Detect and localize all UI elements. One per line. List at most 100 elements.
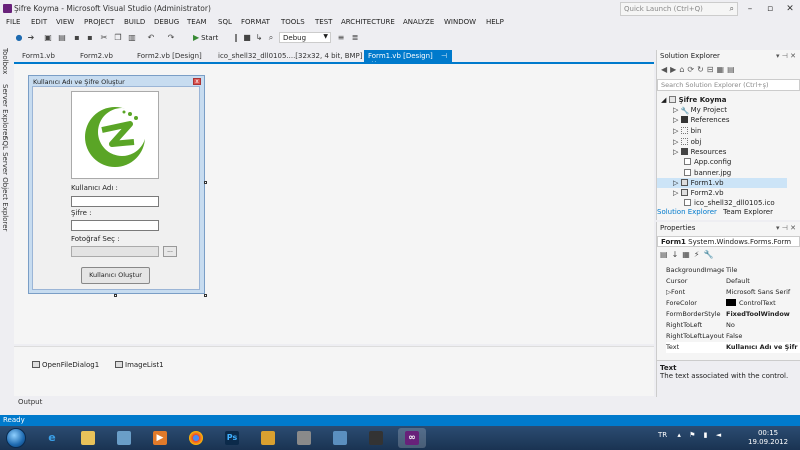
menu-format[interactable]: FORMAT <box>241 18 270 26</box>
step-icon[interactable]: ↳ <box>254 33 264 43</box>
property-row[interactable]: Cursor Default <box>666 276 800 287</box>
tab-form2-vb[interactable]: Form2.vb <box>76 50 117 62</box>
property-value[interactable]: No <box>726 321 800 329</box>
sync-icon[interactable]: ⟳ <box>687 65 697 74</box>
tab-sql-server-object-explorer[interactable]: SQL Server Object Explorer <box>1 136 9 231</box>
tab-toolbox[interactable]: Toolbox <box>1 48 9 74</box>
taskbar-utility[interactable] <box>362 428 390 448</box>
property-value[interactable]: Microsoft Sans Serif <box>726 288 800 296</box>
property-row-selected[interactable]: Text Kullanıcı Adı ve Şifr <box>666 342 800 353</box>
open-icon[interactable]: ▤ <box>57 33 67 43</box>
taskbar-explorer[interactable] <box>74 428 102 448</box>
collapse-icon[interactable]: ⊟ <box>707 65 717 74</box>
tree-item-form2-vb[interactable]: ▷ Form2.vb <box>673 189 724 197</box>
categorized-icon[interactable]: ▤ <box>660 250 672 259</box>
dropdown-icon[interactable]: ▾ <box>776 52 780 60</box>
property-row[interactable]: RightToLeftLayout False <box>666 331 800 342</box>
tab-server-explorer[interactable]: Server Explorer <box>1 84 9 138</box>
taskbar-tools[interactable] <box>254 428 282 448</box>
system-clock[interactable]: 00:15 19.09.2012 <box>748 429 788 447</box>
solution-search-input[interactable]: Search Solution Explorer (Ctrl+ş) <box>657 79 800 91</box>
openfiledialog-component[interactable]: OpenFileDialog1 <box>32 361 99 369</box>
resize-handle[interactable] <box>114 294 117 297</box>
password-textbox[interactable] <box>71 220 159 231</box>
save-all-icon[interactable]: ▪ <box>85 33 95 43</box>
tab-output[interactable]: Output <box>18 398 42 406</box>
logo-picturebox[interactable] <box>71 91 159 179</box>
back-icon[interactable]: ● <box>14 33 24 43</box>
cut-icon[interactable]: ✂ <box>99 33 109 43</box>
resize-handle[interactable] <box>204 294 207 297</box>
quick-launch-input[interactable]: Quick Launch (Ctrl+Q) ⌕ <box>620 2 738 16</box>
tree-item-banner-jpg[interactable]: banner.jpg <box>684 169 731 177</box>
forward-icon[interactable]: ▶ <box>670 65 679 74</box>
close-icon[interactable]: ✕ <box>790 52 796 60</box>
property-pages-icon[interactable]: 🔧 <box>703 250 717 259</box>
save-icon[interactable]: ▪ <box>72 33 82 43</box>
tree-item-resources[interactable]: ▷ Resources <box>673 148 726 156</box>
paste-icon[interactable]: ▥ <box>127 33 137 43</box>
menu-window[interactable]: WINDOW <box>444 18 476 26</box>
menu-edit[interactable]: EDIT <box>31 18 47 26</box>
network-icon[interactable]: ▮ <box>704 431 708 439</box>
create-user-button[interactable]: Kullanıcı Oluştur <box>81 267 150 284</box>
properties-object-selector[interactable]: Form1 System.Windows.Forms.Form <box>657 236 800 247</box>
menu-project[interactable]: PROJECT <box>84 18 114 26</box>
pin-icon[interactable]: ⊣ <box>441 52 447 60</box>
tab-team-explorer[interactable]: Team Explorer <box>723 208 773 216</box>
tab-form1-design[interactable]: Form1.vb [Design] ⊣ ✕ <box>364 50 452 68</box>
maximize-button[interactable]: ▫ <box>761 2 779 16</box>
tab-ico-shell32[interactable]: ico_shell32_dll0105....[32x32, 4 bit, BM… <box>214 50 367 62</box>
format-icon[interactable]: ≡ <box>336 33 346 43</box>
tree-item-app-config[interactable]: App.config <box>684 158 731 166</box>
property-row[interactable]: FormBorderStyle FixedToolWindow <box>666 309 800 320</box>
undo-icon[interactable]: ↶ <box>146 33 156 43</box>
property-value[interactable]: Kullanıcı Adı ve Şifr <box>726 343 800 351</box>
menu-team[interactable]: TEAM <box>187 18 207 26</box>
refresh-icon[interactable]: ↻ <box>697 65 707 74</box>
events-icon[interactable]: ⚡ <box>694 250 704 259</box>
tree-item-my-project[interactable]: ▷ 🔧My Project <box>673 106 727 115</box>
username-textbox[interactable] <box>71 196 159 207</box>
language-indicator[interactable]: TR <box>658 431 667 439</box>
property-row[interactable]: ForeColor ControlText <box>666 298 800 309</box>
menu-test[interactable]: TEST <box>315 18 332 26</box>
close-icon[interactable]: ✕ <box>790 224 796 232</box>
property-value[interactable]: Default <box>726 277 800 285</box>
property-row[interactable]: ▷Font Microsoft Sans Serif <box>666 287 800 298</box>
close-button[interactable]: ✕ <box>781 2 799 16</box>
pin-icon[interactable]: ⊣ <box>782 224 788 232</box>
menu-tools[interactable]: TOOLS <box>281 18 305 26</box>
forward-icon[interactable]: ➔ <box>26 33 36 43</box>
menu-analyze[interactable]: ANALYZE <box>403 18 434 26</box>
tree-item-form1-vb[interactable]: ▷ Form1.vb <box>673 179 724 187</box>
menu-view[interactable]: VIEW <box>56 18 74 26</box>
form-close-icon[interactable]: x <box>193 78 201 85</box>
tab-form2-design[interactable]: Form2.vb [Design] <box>133 50 206 62</box>
tree-item-ico[interactable]: ico_shell32_dll0105.ico <box>684 199 775 207</box>
copy-icon[interactable]: ❐ <box>113 33 123 43</box>
menu-debug[interactable]: DEBUG <box>154 18 179 26</box>
menu-architecture[interactable]: ARCHITECTURE <box>341 18 395 26</box>
solution-configuration-dropdown[interactable]: Debug ▼ <box>279 32 331 43</box>
redo-icon[interactable]: ↷ <box>166 33 176 43</box>
tree-item-obj[interactable]: ▷ obj <box>673 138 701 146</box>
tab-form1-vb[interactable]: Form1.vb <box>18 50 59 62</box>
comment-icon[interactable]: ≣ <box>350 33 360 43</box>
taskbar-storage[interactable] <box>326 428 354 448</box>
taskbar-ie[interactable]: e <box>38 428 66 448</box>
photo-path-textbox[interactable] <box>71 246 159 257</box>
dropdown-icon[interactable]: ▾ <box>776 224 780 232</box>
properties-icon[interactable]: ▦ <box>717 65 728 74</box>
property-value[interactable]: ControlText <box>726 299 800 307</box>
find-icon[interactable]: ⌕ <box>266 33 276 43</box>
volume-icon[interactable]: ◄ <box>716 431 721 439</box>
property-value[interactable]: FixedToolWindow <box>726 310 800 318</box>
taskbar-media[interactable]: ▶ <box>146 428 174 448</box>
property-row[interactable]: BackgroundImage Tile <box>666 265 800 276</box>
start-debug-button[interactable]: ▶ Start <box>193 33 218 42</box>
taskbar-app[interactable] <box>290 428 318 448</box>
alphabetical-icon[interactable]: ↓ <box>672 250 683 259</box>
property-value[interactable]: Tile <box>726 266 800 274</box>
flag-icon[interactable]: ⚑ <box>689 431 695 439</box>
